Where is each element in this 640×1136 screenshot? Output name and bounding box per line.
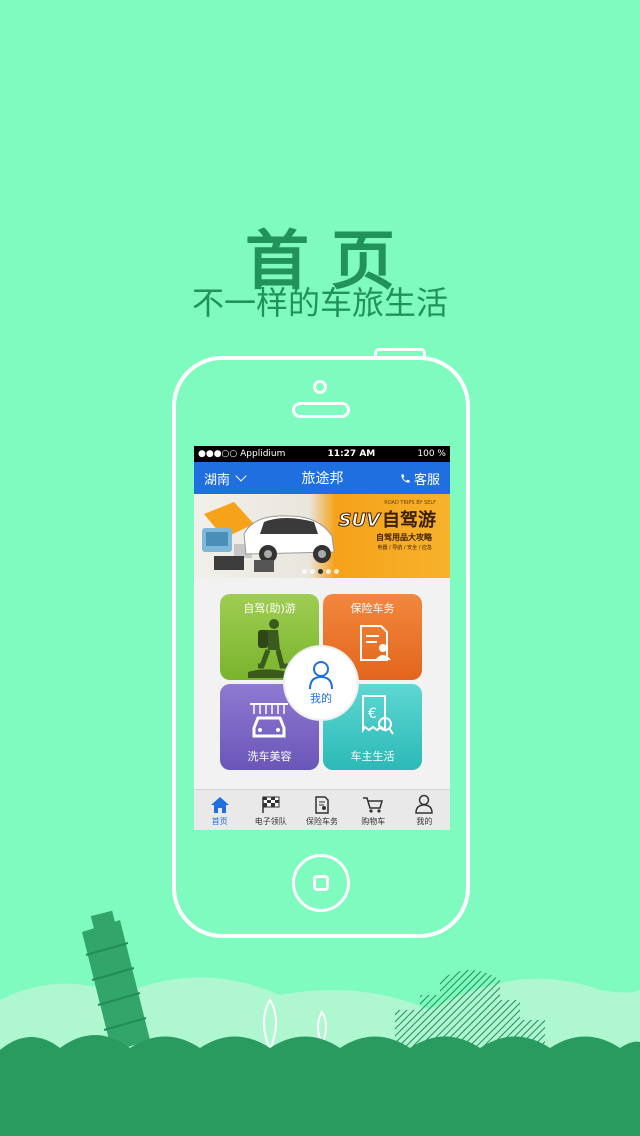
phone-icon [401, 473, 410, 483]
cart-icon [363, 797, 384, 813]
user-icon [415, 794, 434, 814]
nav-title: 旅途邦 [301, 471, 344, 487]
tile-label: 保险车务 [350, 602, 395, 615]
tab-label: 首页 [211, 817, 228, 826]
page-dot[interactable] [302, 569, 307, 574]
status-battery: 100 % [417, 449, 446, 459]
banner-products-art [202, 502, 335, 572]
banner-pagination [302, 569, 339, 574]
document-icon [315, 796, 329, 814]
tab-label: 保险车务 [306, 817, 338, 826]
tab-bar: 首页 电子领队 保险车务 购物车 我的 [194, 789, 450, 830]
document-person-icon [360, 625, 391, 661]
checkered-flag-icon [262, 796, 280, 813]
banner-line3: 电器 / 导航 / 安全 / 应急 [377, 545, 432, 551]
tab-e-leader[interactable]: 电子领队 [245, 790, 296, 830]
page-dot[interactable] [326, 569, 331, 574]
service-label: 客服 [413, 472, 440, 488]
banner-headline: SUV 自驾游 [338, 510, 436, 532]
promo-banner[interactable]: ROAD TRIPS BY SELF SUV 自驾游 自驾用品大攻略 电器 / 导… [194, 494, 450, 578]
home-icon [210, 797, 229, 813]
tile-label: 车主生活 [350, 750, 395, 763]
city-landscape-illustration [0, 910, 640, 1136]
page-dot[interactable] [334, 569, 339, 574]
my-center-label: 我的 [310, 692, 332, 705]
tab-label: 我的 [416, 817, 433, 826]
page-dot[interactable] [310, 569, 315, 574]
phone-camera [313, 380, 327, 394]
tab-home[interactable]: 首页 [194, 790, 245, 830]
region-label: 湖南 [204, 472, 231, 488]
nav-bar: 湖南 旅途邦 客服 [194, 462, 450, 494]
tab-label: 电子领队 [254, 817, 287, 826]
car-wash-icon [250, 703, 288, 738]
svg-text:€: € [368, 706, 377, 722]
status-carrier: ●●●○○ Applidium [198, 449, 286, 459]
app-screen: ●●●○○ Applidium 11:27 AM 100 % 湖南 旅途邦 客服 [194, 446, 450, 830]
service-button[interactable]: 客服 [400, 469, 440, 488]
receipt-euro-icon: € [362, 695, 394, 735]
hero-subtitle: 不一样的车旅生活 [191, 284, 448, 322]
feature-grid: 自驾(助)游 保险车务 洗车美容 车主生活 € 我的 [220, 594, 423, 771]
chevron-down-icon [235, 470, 247, 482]
phone-side-button [374, 348, 426, 356]
tile-label: 自驾(助)游 [243, 602, 296, 615]
region-selector[interactable]: 湖南 [204, 469, 247, 488]
tab-label: 购物车 [361, 817, 386, 826]
page-dot-active[interactable] [318, 569, 323, 574]
tab-cart[interactable]: 购物车 [348, 790, 399, 830]
tab-insurance[interactable]: 保险车务 [296, 790, 347, 830]
tile-label: 洗车美容 [247, 750, 292, 763]
status-time: 11:27 AM [327, 449, 376, 459]
phone-speaker [292, 402, 350, 418]
status-bar: ●●●○○ Applidium 11:27 AM 100 % [194, 446, 450, 462]
my-center-button[interactable]: 我的 [285, 647, 357, 719]
tab-me[interactable]: 我的 [399, 790, 450, 830]
user-icon [309, 661, 333, 690]
banner-line2: 自驾用品大攻略 [376, 533, 432, 542]
